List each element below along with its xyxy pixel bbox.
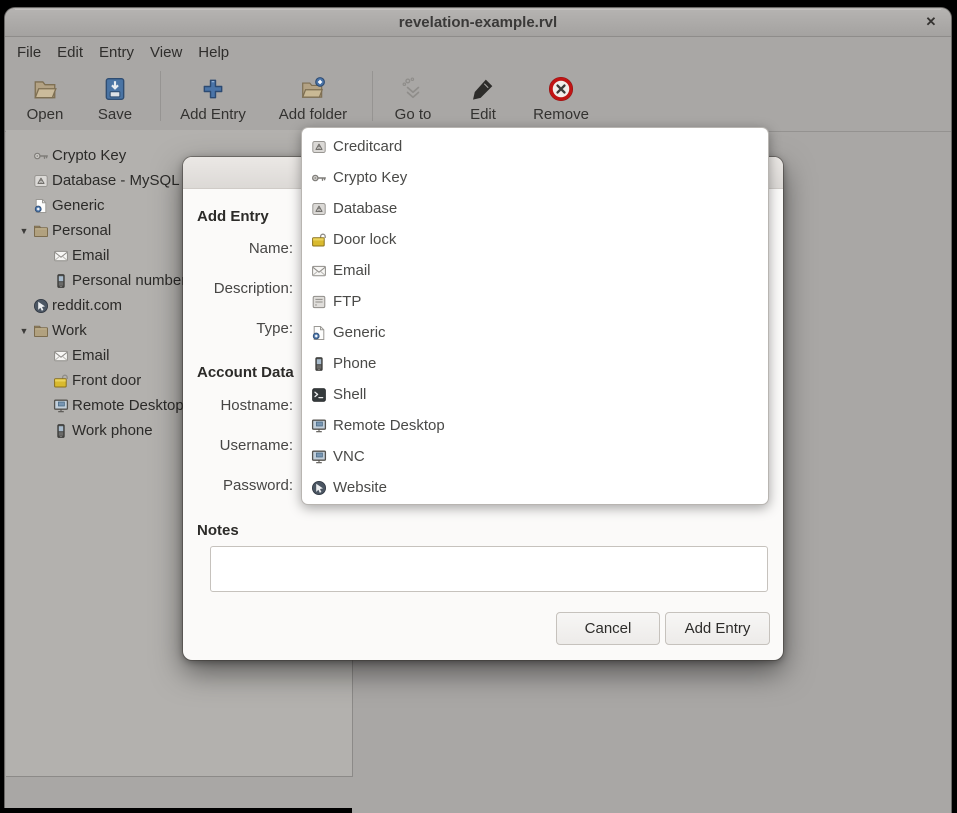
toolbar-goto-button[interactable]: Go to xyxy=(378,71,448,127)
name-field-label: Name: xyxy=(183,241,293,257)
type-option-phone[interactable]: Phone xyxy=(302,348,768,379)
monitor-icon xyxy=(53,398,69,414)
type-option-shell[interactable]: Shell xyxy=(302,379,768,410)
ftp-icon xyxy=(311,294,327,310)
toolbar-open-button[interactable]: Open xyxy=(13,71,77,127)
generic-icon xyxy=(33,198,49,214)
key-icon xyxy=(311,170,327,186)
expander-icon[interactable]: ▼ xyxy=(18,226,30,236)
toolbar-save-button[interactable]: Save xyxy=(83,71,147,127)
phone-icon xyxy=(311,356,327,372)
email-icon xyxy=(53,348,69,364)
type-dropdown-popup: Creditcard Crypto Key Database Door lock… xyxy=(301,127,769,505)
type-option-website[interactable]: Website xyxy=(302,472,768,503)
toolbar: Open Save Add Entry Add folder Go to xyxy=(5,68,951,132)
generic-icon xyxy=(311,325,327,341)
close-icon[interactable]: ✕ xyxy=(921,12,941,32)
type-option-remote-desktop[interactable]: Remote Desktop xyxy=(302,410,768,441)
toolbar-add-entry-button[interactable]: Add Entry xyxy=(168,71,258,127)
key-icon xyxy=(33,148,49,164)
menubar: File Edit Entry View Help xyxy=(5,37,951,68)
entry-section-title: Add Entry xyxy=(197,209,269,225)
phone-icon xyxy=(53,423,69,439)
doorlock-icon xyxy=(311,232,327,248)
toolbar-edit-button[interactable]: Edit xyxy=(453,71,513,127)
type-option-email[interactable]: Email xyxy=(302,255,768,286)
monitor-icon xyxy=(311,418,327,434)
notes-input[interactable] xyxy=(210,546,768,592)
toolbar-separator xyxy=(372,71,373,121)
notes-section-title: Notes xyxy=(197,523,239,539)
type-field-label: Type: xyxy=(183,321,293,337)
menu-edit[interactable]: Edit xyxy=(49,39,91,66)
type-option-door-lock[interactable]: Door lock xyxy=(302,224,768,255)
goto-icon xyxy=(400,76,426,102)
open-icon xyxy=(32,76,58,102)
shell-icon xyxy=(311,387,327,403)
save-icon xyxy=(102,76,128,102)
type-option-generic[interactable]: Generic xyxy=(302,317,768,348)
menu-entry[interactable]: Entry xyxy=(91,39,142,66)
cancel-button[interactable]: Cancel xyxy=(556,612,660,645)
card-icon xyxy=(311,139,327,155)
toolbar-add-folder-button[interactable]: Add folder xyxy=(263,71,363,127)
email-icon xyxy=(311,263,327,279)
hostname-field-label: Hostname: xyxy=(183,398,293,414)
card-icon xyxy=(33,173,49,189)
menu-help[interactable]: Help xyxy=(190,39,237,66)
description-field-label: Description: xyxy=(183,281,293,297)
expander-icon[interactable]: ▼ xyxy=(18,326,30,336)
add-entry-icon xyxy=(200,76,226,102)
menu-file[interactable]: File xyxy=(9,39,49,66)
add-entry-button[interactable]: Add Entry xyxy=(665,612,770,645)
password-field-label: Password: xyxy=(183,478,293,494)
monitor-icon xyxy=(311,449,327,465)
screen-edge xyxy=(0,808,352,813)
globe-icon xyxy=(311,480,327,496)
type-option-database[interactable]: Database xyxy=(302,193,768,224)
add-folder-icon xyxy=(300,76,326,102)
email-icon xyxy=(53,248,69,264)
globe-icon xyxy=(33,298,49,314)
type-option-creditcard[interactable]: Creditcard xyxy=(302,131,768,162)
menu-view[interactable]: View xyxy=(142,39,190,66)
folder-icon xyxy=(33,323,49,339)
toolbar-remove-button[interactable]: Remove xyxy=(518,71,604,127)
type-option-crypto-key[interactable]: Crypto Key xyxy=(302,162,768,193)
toolbar-separator xyxy=(160,71,161,121)
account-data-section-title: Account Data xyxy=(197,365,294,381)
screenshot-root: revelation-example.rvl ✕ File Edit Entry… xyxy=(0,0,957,813)
edit-icon xyxy=(470,76,496,102)
type-option-vnc[interactable]: VNC xyxy=(302,441,768,472)
remove-icon xyxy=(548,76,574,102)
card-icon xyxy=(311,201,327,217)
type-option-ftp[interactable]: FTP xyxy=(302,286,768,317)
window-title: revelation-example.rvl xyxy=(399,14,557,31)
titlebar[interactable]: revelation-example.rvl ✕ xyxy=(5,8,951,37)
phone-icon xyxy=(53,273,69,289)
folder-icon xyxy=(33,223,49,239)
username-field-label: Username: xyxy=(183,438,293,454)
doorlock-icon xyxy=(53,373,69,389)
